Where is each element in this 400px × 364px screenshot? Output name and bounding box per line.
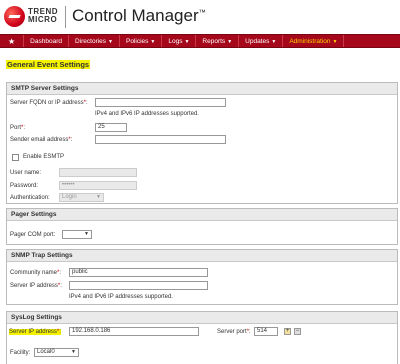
nav-label: Dashboard [30, 38, 62, 45]
password-label: Password: [10, 183, 39, 189]
snmp-heading: SNMP Trap Settings [7, 250, 397, 262]
password-input[interactable]: •••••• [59, 181, 137, 190]
chevron-down-icon: ▼ [96, 194, 101, 200]
logo-line2: MICRO [28, 15, 58, 24]
username-label: User name: [10, 170, 42, 176]
community-name-label: Community name*: [10, 270, 61, 276]
colon: : [60, 283, 62, 289]
colon: : [85, 100, 88, 106]
favorites-star-icon[interactable]: ★ [0, 35, 25, 47]
syslog-port-label: Server port*: [217, 329, 251, 335]
colon: : [23, 125, 26, 131]
logo-text: TREND MICRO [28, 8, 58, 24]
logo-divider [65, 6, 66, 28]
syslog-server-input[interactable]: 192.168.0.186 [69, 327, 199, 336]
facility-select[interactable]: Local0 ▼ [34, 348, 79, 357]
smtp-server-input[interactable] [95, 98, 226, 107]
authentication-select[interactable]: Login ▼ [59, 193, 104, 202]
chevron-down-icon: ▼ [71, 349, 76, 355]
label-text: Community name [10, 270, 58, 276]
nav-policies[interactable]: Policies ▼ [120, 35, 163, 47]
label-text: Sender email address [10, 137, 69, 143]
brand-header: TREND MICRO Control Manager™ [0, 0, 400, 34]
trademark: ™ [198, 9, 206, 17]
nav-logs[interactable]: Logs ▼ [162, 35, 197, 47]
syslog-server-label: Server IP address*: [9, 329, 61, 335]
chevron-down-icon: ▼ [108, 39, 113, 45]
nav-label: Policies [126, 38, 149, 45]
nav-label: Directories [74, 38, 107, 45]
authentication-value: Login [62, 194, 77, 200]
facility-value: Local0 [37, 349, 55, 355]
label-text: Server FQDN or IP address [10, 100, 84, 106]
smtp-port-input[interactable]: 25 [95, 123, 127, 132]
nav-dashboard[interactable]: Dashboard [24, 35, 69, 47]
pager-heading: Pager Settings [7, 209, 397, 221]
chevron-down-icon: ▼ [227, 39, 233, 45]
colon: : [70, 137, 73, 143]
smtp-heading: SMTP Server Settings [7, 83, 397, 95]
label-text: Port [10, 125, 22, 131]
pager-com-label: Pager COM port: [10, 232, 56, 238]
chevron-down-icon: ▼ [184, 39, 190, 45]
colon: : [59, 270, 62, 276]
sender-email-input[interactable] [95, 135, 226, 144]
main-nav: ★ Dashboard Directories ▼ Policies ▼ Logs ▼… [0, 34, 400, 48]
esmtp-checkbox[interactable] [12, 154, 19, 161]
chevron-down-icon: ▼ [150, 39, 156, 45]
esmtp-label: Enable ESMTP [23, 154, 65, 160]
chevron-down-icon: ▼ [84, 231, 89, 237]
facility-label: Facility: [10, 350, 31, 356]
colon: : [249, 329, 251, 335]
syslog-settings-panel: SysLog Settings Server IP address*: 192.… [6, 311, 398, 364]
community-name-input[interactable]: public [69, 268, 208, 277]
nav-label: Administration [289, 38, 331, 45]
nav-label: Logs [168, 38, 183, 45]
app-title: Control Manager™ [72, 6, 206, 26]
snmp-ip-hint: IPv4 and IPv6 IP addresses supported. [69, 294, 173, 300]
authentication-label: Authentication: [10, 195, 50, 201]
colon: : [59, 329, 61, 335]
chevron-down-icon: ▼ [332, 39, 338, 45]
nav-label: Reports [202, 38, 226, 45]
nav-updates[interactable]: Updates ▼ [239, 35, 284, 47]
chevron-down-icon: ▼ [271, 39, 277, 45]
snmp-settings-panel: SNMP Trap Settings Community name*: publ… [6, 249, 398, 305]
snmp-server-label: Server IP address*: [10, 283, 62, 289]
add-server-button[interactable]: + [284, 328, 291, 335]
remove-server-button[interactable]: − [294, 328, 301, 335]
pager-settings-panel: Pager Settings Pager COM port: ▼ [6, 208, 398, 245]
label-text: Server port [217, 329, 247, 335]
username-input[interactable] [59, 168, 137, 177]
smtp-settings-panel: SMTP Server Settings Server FQDN or IP a… [6, 82, 398, 204]
smtp-ip-hint: IPv4 and IPv6 IP addresses supported. [95, 111, 199, 117]
nav-administration[interactable]: Administration ▼ [283, 35, 345, 47]
smtp-port-label: Port*: [10, 125, 25, 131]
app-title-text: Control Manager [72, 6, 199, 25]
trend-micro-logo-icon [4, 6, 25, 27]
pager-com-select[interactable]: ▼ [62, 230, 92, 239]
snmp-server-input[interactable] [69, 281, 208, 290]
label-text: Server IP address [9, 329, 57, 335]
syslog-heading: SysLog Settings [7, 312, 397, 324]
nav-reports[interactable]: Reports ▼ [196, 35, 240, 47]
syslog-port-input[interactable]: 514 [254, 327, 278, 336]
smtp-server-label: Server FQDN or IP address*: [10, 100, 88, 106]
page-title: General Event Settings [6, 60, 91, 69]
nav-directories[interactable]: Directories ▼ [69, 35, 120, 47]
sender-email-label: Sender email address*: [10, 137, 72, 143]
label-text: Server IP address [10, 283, 58, 289]
nav-label: Updates [245, 38, 270, 45]
